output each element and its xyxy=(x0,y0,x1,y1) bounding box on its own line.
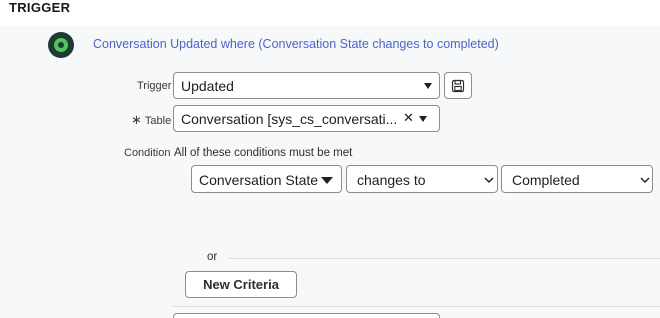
new-criteria-button[interactable]: New Criteria xyxy=(185,271,297,298)
required-marker: ∗ xyxy=(131,112,142,127)
table-select[interactable]: Conversation [sys_cs_conversati... ✕ xyxy=(173,105,440,132)
trigger-label: Trigger xyxy=(137,80,172,92)
trigger-select-value: Updated xyxy=(181,78,234,94)
or-divider xyxy=(228,258,660,259)
trigger-section-header: TRIGGER xyxy=(0,0,660,26)
floppy-disk-icon xyxy=(451,79,465,93)
table-select-value: Conversation [sys_cs_conversati... xyxy=(181,111,398,127)
section-title: TRIGGER xyxy=(9,0,71,15)
condition-value: Completed xyxy=(512,172,580,188)
chevron-down-icon xyxy=(484,177,494,183)
flow-designer-page: TRIGGER Conversation Updated where (Conv… xyxy=(0,0,660,318)
chevron-down-icon xyxy=(419,116,427,122)
chevron-down-icon xyxy=(424,83,432,89)
condition-label: Condition xyxy=(124,147,171,159)
trigger-summary-link[interactable]: Conversation Updated where (Conversation… xyxy=(93,37,499,51)
condition-operator-select[interactable]: changes to xyxy=(346,165,498,193)
condition-description: All of these conditions must be met xyxy=(174,147,353,159)
condition-field-select[interactable]: Conversation State xyxy=(191,165,342,193)
condition-value-select[interactable]: Completed xyxy=(501,165,653,193)
condition-operator-value: changes to xyxy=(357,172,426,188)
section-divider xyxy=(173,306,660,307)
chevron-down-icon xyxy=(640,177,650,183)
clear-icon[interactable]: ✕ xyxy=(403,110,414,126)
trigger-select[interactable]: Updated xyxy=(173,72,440,99)
caret-down-icon xyxy=(321,177,333,184)
table-label-wrapper: ∗ Table xyxy=(131,112,171,128)
condition-field-value: Conversation State xyxy=(199,172,319,188)
table-label: Table xyxy=(144,115,172,127)
partial-field[interactable] xyxy=(173,313,440,318)
or-separator-label: or xyxy=(207,251,218,263)
trigger-status-icon xyxy=(48,32,74,58)
save-trigger-button[interactable] xyxy=(444,72,472,99)
